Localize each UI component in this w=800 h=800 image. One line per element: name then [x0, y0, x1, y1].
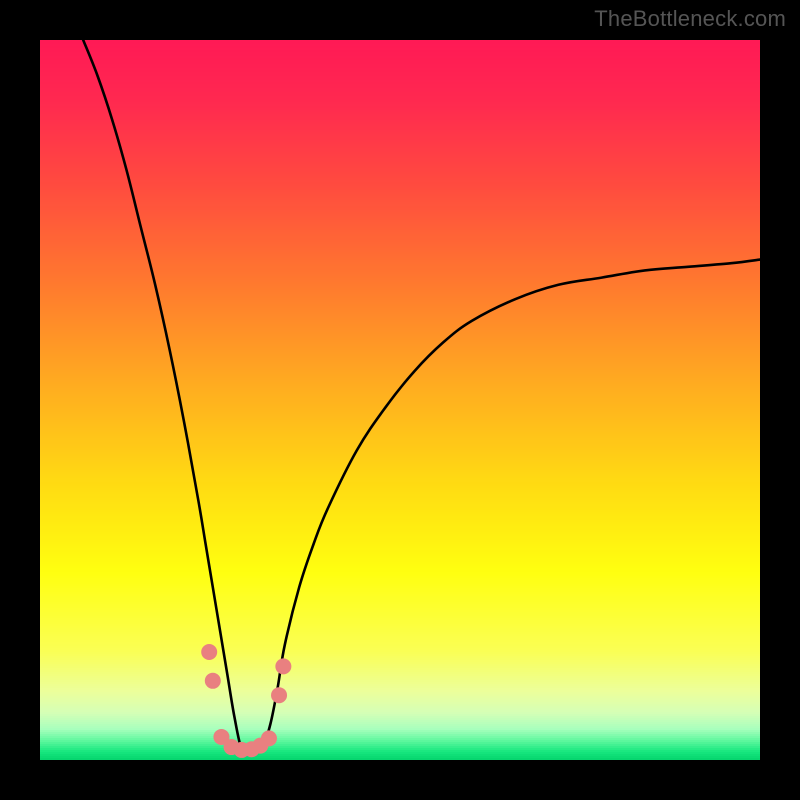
trough-markers-group	[201, 644, 291, 758]
trough-marker	[205, 673, 221, 689]
trough-marker	[271, 687, 287, 703]
trough-marker	[201, 644, 217, 660]
bottleneck-curve	[83, 40, 760, 753]
curve-layer	[40, 40, 760, 760]
plot-area	[40, 40, 760, 760]
trough-marker	[275, 658, 291, 674]
watermark-text: TheBottleneck.com	[594, 6, 786, 32]
chart-frame: TheBottleneck.com	[0, 0, 800, 800]
trough-marker	[261, 730, 277, 746]
